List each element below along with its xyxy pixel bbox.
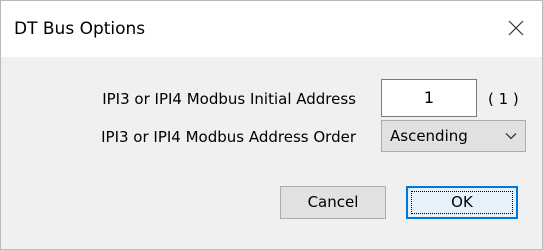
- address-order-select[interactable]: Ascending: [381, 120, 526, 152]
- title-bar[interactable]: DT Bus Options: [1, 1, 542, 57]
- chevron-down-icon: [505, 133, 517, 140]
- dialog-title: DT Bus Options: [14, 19, 146, 39]
- cancel-button[interactable]: Cancel: [280, 186, 386, 219]
- initial-address-input[interactable]: 1: [381, 79, 477, 117]
- address-order-selected-value: Ascending: [390, 127, 468, 145]
- address-order-label: IPI3 or IPI4 Modbus Address Order: [101, 128, 356, 146]
- initial-address-label: IPI3 or IPI4 Modbus Initial Address: [102, 90, 356, 108]
- initial-address-hint: ( 1 ): [488, 90, 519, 108]
- close-button[interactable]: [492, 1, 542, 57]
- ok-button[interactable]: OK: [406, 186, 518, 219]
- close-icon: [508, 20, 524, 36]
- ok-button-label: OK: [451, 193, 473, 211]
- dialog-window: DT Bus Options IPI3 or IPI4 Modbus Initi…: [0, 0, 543, 250]
